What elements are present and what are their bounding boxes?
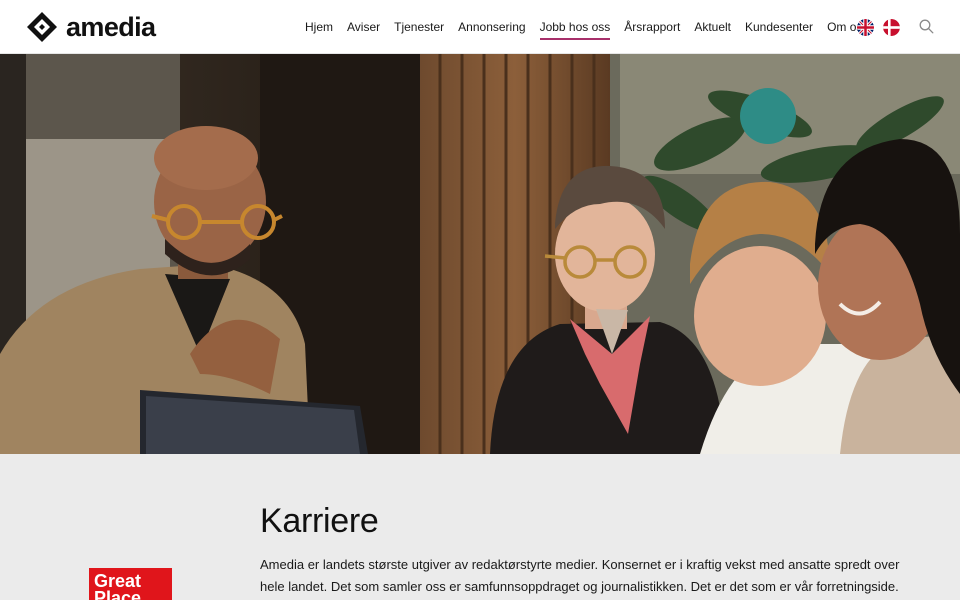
search-icon[interactable] [919,19,934,34]
language-switcher [857,19,900,36]
english-flag-icon[interactable] [857,19,874,36]
nav-item-hjem[interactable]: Hjem [298,0,340,54]
main-navigation: Hjem Aviser Tjenester Annonsering Jobb h… [298,0,875,54]
hero-image [0,54,960,454]
nav-item-jobb-hos-oss[interactable]: Jobb hos oss [533,0,618,54]
nav-item-annonsering[interactable]: Annonsering [451,0,532,54]
career-section: Great Place Karriere Amedia er landets s… [0,454,960,600]
site-header: amedia Hjem Aviser Tjenester Annonsering… [0,0,960,54]
nav-item-arsrapport[interactable]: Årsrapport [617,0,687,54]
amedia-logo-icon [27,12,57,42]
brand-name: amedia [66,12,156,42]
intro-paragraph: Amedia er landets største utgiver av red… [260,557,900,594]
nav-item-tjenester[interactable]: Tjenester [387,0,451,54]
danish-flag-icon[interactable] [883,19,900,36]
great-place-to-work-badge[interactable]: Great Place [89,568,172,600]
photo-of-four-colleagues-at-laptop [0,54,960,454]
badge-line-2: Place [94,588,142,600]
nav-item-aktuelt[interactable]: Aktuelt [687,0,738,54]
nav-item-kundesenter[interactable]: Kundesenter [738,0,820,54]
amedia-logo[interactable]: amedia [26,11,156,43]
nav-item-aviser[interactable]: Aviser [340,0,387,54]
page-title: Karriere [260,502,379,540]
